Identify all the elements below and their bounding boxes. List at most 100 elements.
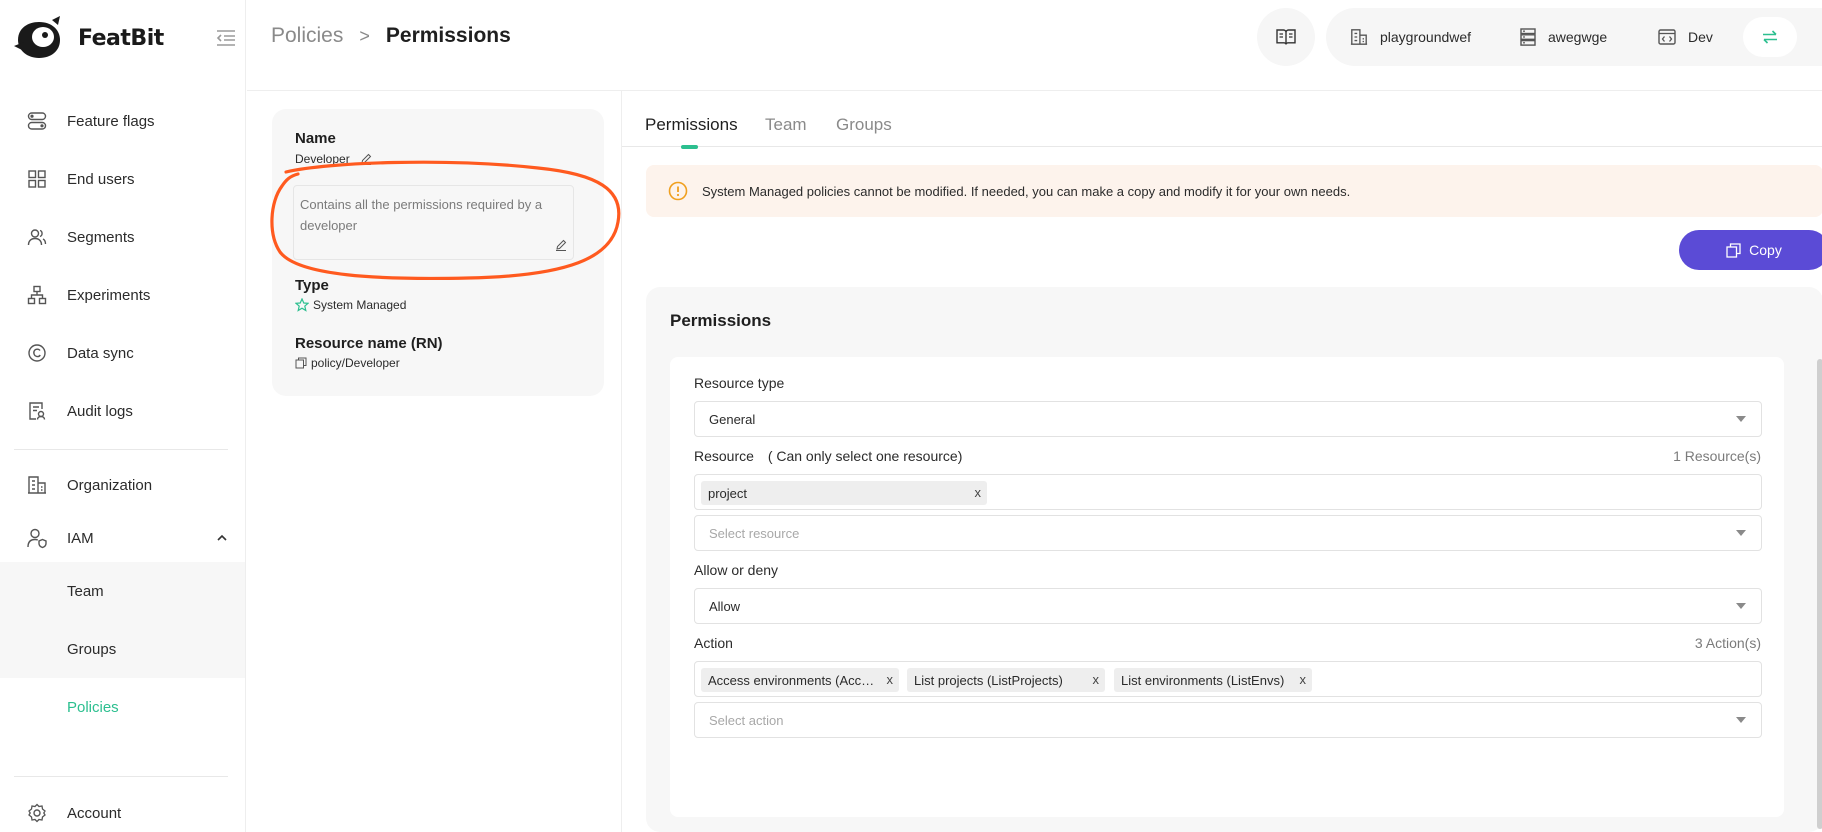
permission-statement: Resource type General Resource ( Can onl…: [670, 357, 1784, 817]
copy-button-label: Copy: [1749, 242, 1782, 258]
sidebar-item-label: Feature flags: [67, 112, 155, 130]
building-icon: [26, 474, 48, 496]
toggle-icon: [26, 110, 48, 132]
chevron-down-icon: [1736, 717, 1746, 723]
collapse-sidebar-icon[interactable]: [214, 26, 238, 50]
server-icon: [1520, 28, 1536, 46]
grid-icon: [26, 168, 48, 190]
code-window-icon: [1658, 29, 1676, 45]
scrollbar[interactable]: [1817, 359, 1822, 829]
select-action-dropdown[interactable]: Select action: [694, 702, 1762, 738]
resource-label: Resource ( Can only select one resource): [694, 448, 962, 464]
permissions-card: Permissions Resource type General Resour…: [646, 287, 1822, 832]
sidebar-item-data-sync[interactable]: Data sync: [0, 324, 245, 382]
sidebar-item-organization[interactable]: Organization: [0, 456, 245, 514]
resource-type-label: Resource type: [694, 375, 785, 391]
sidebar-divider: [14, 449, 228, 450]
close-icon[interactable]: x: [1300, 672, 1307, 687]
policy-name-title: Name: [295, 130, 336, 147]
copy-icon: [1726, 242, 1741, 258]
policy-rn-value: policy/Developer: [311, 356, 400, 370]
select-resource-dropdown[interactable]: Select resource: [694, 515, 1762, 551]
environment-name: Dev: [1688, 29, 1713, 45]
organization-name: playgroundwef: [1380, 29, 1472, 45]
resource-tags[interactable]: project x: [694, 474, 1762, 510]
breadcrumb: Policies > Permissions: [271, 24, 511, 48]
project-switcher[interactable]: awegwge: [1520, 8, 1607, 66]
tab-groups[interactable]: Groups: [836, 115, 892, 135]
main-panel: Permissions Team Groups System Managed p…: [621, 91, 1822, 832]
sidebar-item-iam[interactable]: IAM: [0, 509, 245, 567]
star-icon: [295, 298, 309, 312]
sidebar-item-label: Experiments: [67, 286, 151, 304]
sidebar-item-audit-logs[interactable]: Audit logs: [0, 382, 245, 440]
docs-button[interactable]: [1257, 8, 1315, 66]
tab-team[interactable]: Team: [765, 115, 807, 135]
environment-switcher[interactable]: Dev: [1658, 8, 1713, 66]
sidebar-item-label: Groups: [67, 640, 117, 658]
organization-switcher[interactable]: playgroundwef: [1350, 8, 1471, 66]
sync-icon: [26, 342, 48, 364]
book-icon: [1276, 29, 1296, 45]
effect-select[interactable]: Allow: [694, 588, 1762, 624]
users-icon: [26, 226, 48, 248]
action-placeholder: Select action: [709, 713, 784, 728]
sidebar-item-label: End users: [67, 170, 135, 188]
switch-environment-button[interactable]: [1743, 17, 1797, 57]
sidebar-item-label: Data sync: [67, 344, 134, 362]
action-tags[interactable]: Access environments (AccessEnvs) x List …: [694, 661, 1762, 697]
system-managed-alert: System Managed policies cannot be modifi…: [646, 165, 1822, 217]
policy-rn-title: Resource name (RN): [295, 335, 443, 352]
action-chip-label: List environments (ListEnvs): [1121, 672, 1285, 688]
resource-count: 1 Resource(s): [1673, 448, 1761, 464]
resource-chip: project x: [701, 481, 987, 505]
sidebar-item-groups[interactable]: Groups: [0, 620, 245, 678]
warning-icon: [668, 181, 688, 201]
sidebar-item-label: Team: [67, 582, 104, 600]
sidebar-item-feature-flags[interactable]: Feature flags: [0, 92, 245, 150]
logo[interactable]: FeatBit: [12, 16, 164, 60]
sidebar-item-account[interactable]: Account: [0, 784, 245, 832]
featbit-logo-icon: [14, 16, 60, 58]
sidebar-item-end-users[interactable]: End users: [0, 150, 245, 208]
permissions-title: Permissions: [670, 311, 772, 330]
gear-icon: [26, 802, 48, 824]
top-header: Policies > Permissions playgroundwef awe…: [247, 0, 1822, 91]
action-label: Action: [694, 635, 733, 651]
sidebar-item-label: Audit logs: [67, 402, 133, 420]
resource-hint: ( Can only select one resource): [767, 448, 963, 464]
chevron-down-icon: [1736, 603, 1746, 609]
action-chip: List projects (ListProjects) x: [907, 668, 1105, 692]
resource-type-value: General: [709, 412, 756, 427]
close-icon[interactable]: x: [975, 485, 982, 500]
resource-type-select[interactable]: General: [694, 401, 1762, 437]
policy-rn: policy/Developer: [295, 356, 400, 370]
action-chip: Access environments (AccessEnvs) x: [701, 668, 899, 692]
effect-value: Allow: [709, 599, 741, 614]
policy-type-value: System Managed: [313, 298, 407, 312]
sidebar-divider: [14, 776, 228, 777]
sidebar-item-segments[interactable]: Segments: [0, 208, 245, 266]
sidebar: FeatBit Feature flags End users Segments…: [0, 0, 246, 832]
sidebar-item-label: Account: [67, 804, 122, 822]
breadcrumb-parent[interactable]: Policies: [271, 24, 343, 48]
user-shield-icon: [26, 527, 48, 549]
sidebar-item-label: Policies: [67, 698, 119, 716]
action-count: 3 Action(s): [1694, 635, 1761, 651]
close-icon[interactable]: x: [887, 672, 894, 687]
action-chip-label: List projects (ListProjects): [914, 672, 1063, 688]
resource-placeholder: Select resource: [709, 526, 800, 541]
sidebar-item-policies[interactable]: Policies: [0, 678, 245, 736]
action-chip: List environments (ListEnvs) x: [1114, 668, 1312, 692]
copy-policy-button[interactable]: Copy: [1679, 230, 1822, 270]
action-chip-label: Access environments (AccessEnvs): [708, 672, 877, 688]
chevron-up-icon[interactable]: [216, 532, 228, 544]
close-icon[interactable]: x: [1093, 672, 1100, 687]
sidebar-item-label: Organization: [67, 476, 153, 494]
copy-icon[interactable]: [295, 357, 307, 369]
annotation-circle: [270, 160, 621, 281]
tab-permissions[interactable]: Permissions: [645, 115, 738, 135]
breadcrumb-separator: >: [359, 25, 370, 46]
sidebar-item-team[interactable]: Team: [0, 562, 245, 620]
sidebar-item-experiments[interactable]: Experiments: [0, 266, 245, 324]
